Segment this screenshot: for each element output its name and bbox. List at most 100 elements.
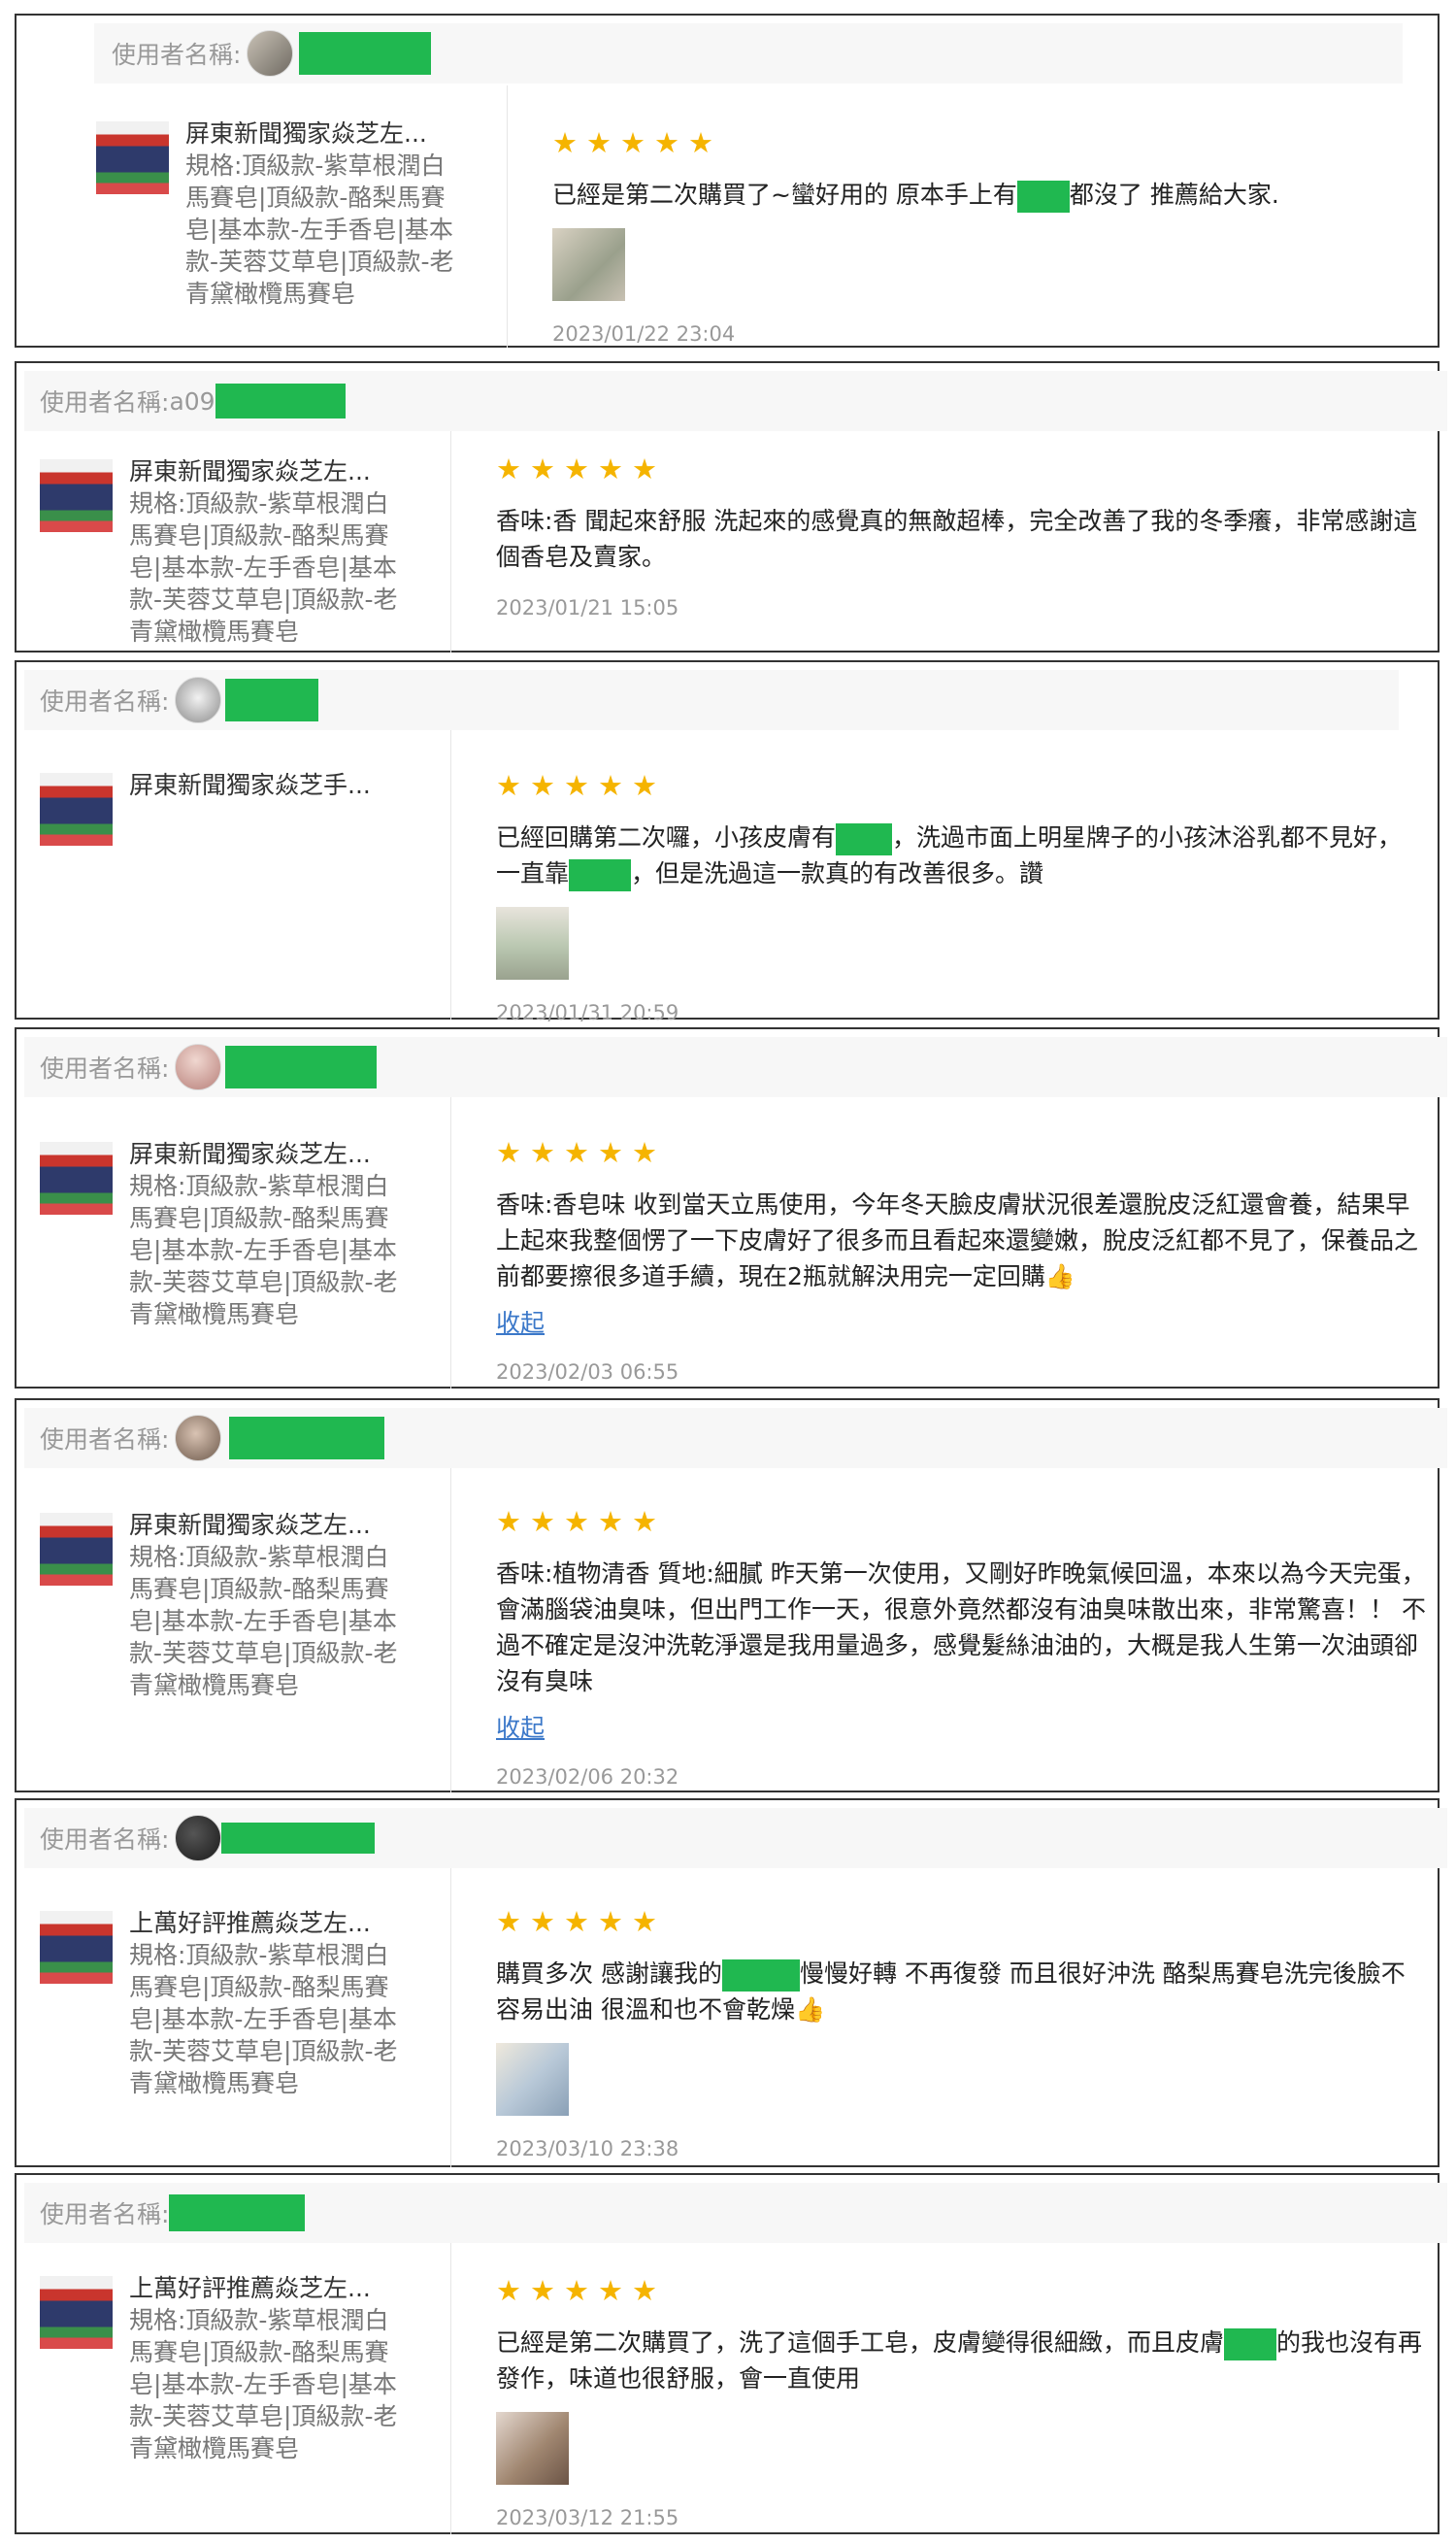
product-name[interactable]: 上萬好評推薦焱芝左... bbox=[129, 1907, 411, 1939]
review-comment: 香味:香 聞起來舒服 洗起來的感覺真的無敵超棒，完全改善了我的冬季癢，非常感謝這… bbox=[496, 507, 1418, 571]
username-label: 使用者名稱: bbox=[40, 1054, 170, 1083]
collapse-link[interactable]: 收起 bbox=[496, 1304, 1428, 1339]
product-info[interactable]: 屏東新聞獨家焱芝左... 規格:頂級款-紫草根潤白馬賽皂|頂級款-酪梨馬賽皂|基… bbox=[40, 1509, 411, 1701]
divider bbox=[450, 1468, 451, 1792]
product-spec: 規格:頂級款-紫草根潤白馬賽皂|頂級款-酪梨馬賽皂|基本款-左手香皂|基本款-芙… bbox=[129, 1172, 398, 1328]
review-content: ★★★★★ 香味:香 聞起來舒服 洗起來的感覺真的無敵超棒，完全改善了我的冬季癢… bbox=[496, 452, 1428, 619]
reviewer-header: 使用者名稱: bbox=[24, 1037, 1447, 1097]
product-name[interactable]: 屏東新聞獨家焱芝左... bbox=[129, 1138, 411, 1170]
review-date: 2023/03/12 21:55 bbox=[496, 2506, 679, 2529]
divider bbox=[450, 1097, 451, 1389]
product-info[interactable]: 上萬好評推薦焱芝左... 規格:頂級款-紫草根潤白馬賽皂|頂級款-酪梨馬賽皂|基… bbox=[40, 1907, 411, 2099]
avatar bbox=[175, 677, 222, 723]
product-name[interactable]: 屏東新聞獨家焱芝左... bbox=[129, 455, 411, 487]
product-spec: 規格:頂級款-紫草根潤白馬賽皂|頂級款-酪梨馬賽皂|基本款-左手香皂|基本款-芙… bbox=[129, 1543, 398, 1699]
review-content: ★★★★★ 已經是第二次購買了，洗了這個手工皂，皮膚變得很細緻，而且皮膚 的我也沒… bbox=[496, 2274, 1428, 2529]
product-name[interactable]: 上萬好評推薦焱芝左... bbox=[129, 2272, 411, 2304]
product-thumbnail[interactable] bbox=[40, 459, 113, 532]
reviewer-header: 使用者名稱: bbox=[94, 23, 1403, 84]
product-thumbnail[interactable] bbox=[40, 2276, 113, 2349]
review-date: 2023/02/03 06:55 bbox=[496, 1360, 679, 1384]
reviewer-header: 使用者名稱: bbox=[24, 1808, 1447, 1868]
redacted-username bbox=[229, 1417, 385, 1459]
reviewer-header: 使用者名稱: bbox=[24, 1408, 1447, 1468]
username-label: 使用者名稱: bbox=[40, 2200, 170, 2228]
review-comment: 購買多次 感謝讓我的 慢慢好轉 不再復發 而且很好沖洗 酪梨馬賽皂洗完後臉不容易出… bbox=[496, 1958, 1406, 2024]
product-thumbnail[interactable] bbox=[96, 121, 169, 194]
redacted-text bbox=[836, 822, 893, 855]
product-name[interactable]: 屏東新聞獨家焱芝左... bbox=[185, 117, 467, 150]
redacted-text bbox=[721, 1958, 800, 1992]
product-name[interactable]: 屏東新聞獨家焱芝手... bbox=[129, 769, 411, 801]
username-prefix: a09 bbox=[169, 386, 215, 416]
redacted-username bbox=[221, 1823, 376, 1854]
review-photo[interactable] bbox=[496, 2412, 569, 2485]
product-thumbnail[interactable] bbox=[40, 773, 113, 846]
reviewer-header: 使用者名稱: bbox=[24, 670, 1399, 730]
username-label: 使用者名稱: bbox=[112, 41, 242, 69]
star-rating: ★★★★★ bbox=[496, 1905, 666, 1938]
star-rating: ★★★★★ bbox=[552, 126, 722, 159]
divider bbox=[450, 431, 451, 653]
redacted-username bbox=[169, 2194, 306, 2231]
review-photo[interactable] bbox=[496, 907, 569, 980]
review-date: 2023/01/21 15:05 bbox=[496, 596, 679, 619]
redacted-username bbox=[225, 679, 319, 721]
product-spec: 規格:頂級款-紫草根潤白馬賽皂|頂級款-酪梨馬賽皂|基本款-左手香皂|基本款-芙… bbox=[129, 2306, 398, 2462]
star-rating: ★★★★★ bbox=[496, 1505, 666, 1538]
product-info[interactable]: 屏東新聞獨家焱芝左... 規格:頂級款-紫草根潤白馬賽皂|頂級款-酪梨馬賽皂|基… bbox=[96, 117, 467, 310]
reviewer-header: 使用者名稱: a09 bbox=[24, 371, 1447, 431]
product-spec: 規格:頂級款-紫草根潤白馬賽皂|頂級款-酪梨馬賽皂|基本款-左手香皂|基本款-芙… bbox=[129, 1941, 398, 2097]
star-rating: ★★★★★ bbox=[496, 1136, 666, 1169]
review-comment: 已經是第二次購買了，洗了這個手工皂，皮膚變得很細緻，而且皮膚 的我也沒有再發作，味… bbox=[496, 2327, 1423, 2393]
product-info[interactable]: 上萬好評推薦焱芝左... 規格:頂級款-紫草根潤白馬賽皂|頂級款-酪梨馬賽皂|基… bbox=[40, 2272, 411, 2464]
redacted-username bbox=[215, 384, 346, 418]
review-date: 2023/03/10 23:38 bbox=[496, 2137, 679, 2160]
avatar bbox=[175, 1415, 222, 1461]
product-name[interactable]: 屏東新聞獨家焱芝左... bbox=[129, 1509, 411, 1541]
divider bbox=[450, 1868, 451, 2167]
username-label: 使用者名稱: bbox=[40, 388, 170, 417]
review-comment: 香味:植物清香 質地:細膩 昨天第一次使用，又剛好昨晚氣候回溫，本來以為今天完蛋… bbox=[496, 1559, 1426, 1695]
review-date: 2023/01/31 20:59 bbox=[496, 1001, 679, 1024]
product-info[interactable]: 屏東新聞獨家焱芝左... 規格:頂級款-紫草根潤白馬賽皂|頂級款-酪梨馬賽皂|基… bbox=[40, 455, 411, 648]
review-content: ★★★★★ 已經是第二次購買了~蠻好用的 原本手上有 都沒了 推薦給大家. 202… bbox=[552, 126, 1426, 346]
divider bbox=[507, 85, 508, 348]
product-info[interactable]: 屏東新聞獨家焱芝手... bbox=[40, 769, 411, 846]
star-rating: ★★★★★ bbox=[496, 2274, 666, 2307]
product-thumbnail[interactable] bbox=[40, 1513, 113, 1586]
review-photo[interactable] bbox=[552, 228, 625, 301]
review-content: ★★★★★ 已經回購第二次囉，小孩皮膚有 ，洗過市面上明星牌子的小孩沐浴乳都不見好… bbox=[496, 769, 1408, 1024]
avatar bbox=[247, 30, 294, 77]
review-card: 使用者名稱: 上萬好評推薦焱芝左... 規格:頂級款-紫草根潤白馬賽皂|頂級款-… bbox=[15, 2173, 1447, 2534]
star-rating: ★★★★★ bbox=[496, 452, 666, 485]
review-content: ★★★★★ 香味:香皂味 收到當天立馬使用，今年冬天臉皮膚狀況很差還脫皮泛紅還會… bbox=[496, 1136, 1428, 1384]
reviewer-header: 使用者名稱: bbox=[24, 2183, 1447, 2243]
product-thumbnail[interactable] bbox=[40, 1142, 113, 1215]
redacted-text bbox=[569, 858, 632, 891]
avatar bbox=[175, 1815, 222, 1861]
product-spec: 規格:頂級款-紫草根潤白馬賽皂|頂級款-酪梨馬賽皂|基本款-左手香皂|基本款-芙… bbox=[185, 151, 454, 308]
star-rating: ★★★★★ bbox=[496, 769, 666, 802]
review-date: 2023/01/22 23:04 bbox=[552, 322, 736, 346]
redacted-text bbox=[1224, 2327, 1277, 2360]
review-date: 2023/02/06 20:32 bbox=[496, 1765, 679, 1789]
review-comment: 香味:香皂味 收到當天立馬使用，今年冬天臉皮膚狀況很差還脫皮泛紅還會養，結果早上… bbox=[496, 1190, 1419, 1290]
redacted-username bbox=[225, 1046, 378, 1088]
divider bbox=[450, 2243, 451, 2534]
product-info[interactable]: 屏東新聞獨家焱芝左... 規格:頂級款-紫草根潤白馬賽皂|頂級款-酪梨馬賽皂|基… bbox=[40, 1138, 411, 1330]
review-photo[interactable] bbox=[496, 2043, 569, 2116]
username-label: 使用者名稱: bbox=[40, 687, 170, 716]
redacted-username bbox=[299, 32, 432, 75]
review-comment: 已經是第二次購買了~蠻好用的 原本手上有 都沒了 推薦給大家. bbox=[552, 177, 1426, 213]
review-card: 使用者名稱: a09 屏東新聞獨家焱芝左... 規格:頂級款-紫草根潤白馬賽皂|… bbox=[15, 361, 1447, 653]
review-content: ★★★★★ 購買多次 感謝讓我的 慢慢好轉 不再復發 而且很好沖洗 酪梨馬賽皂洗完… bbox=[496, 1905, 1428, 2160]
redacted-text bbox=[1016, 180, 1070, 213]
divider bbox=[450, 730, 451, 1020]
review-card: 使用者名稱: 屏東新聞獨家焱芝手... ★★★★★ 已經回購第二次囉，小孩皮膚有… bbox=[15, 660, 1439, 1024]
username-label: 使用者名稱: bbox=[40, 1825, 170, 1854]
collapse-link[interactable]: 收起 bbox=[496, 1709, 1428, 1744]
product-thumbnail[interactable] bbox=[40, 1911, 113, 1984]
review-content: ★★★★★ 香味:植物清香 質地:細膩 昨天第一次使用，又剛好昨晚氣候回溫，本來… bbox=[496, 1505, 1428, 1789]
review-card: 使用者名稱: 屏東新聞獨家焱芝左... 規格:頂級款-紫草根潤白馬賽皂|頂級款-… bbox=[15, 14, 1439, 348]
